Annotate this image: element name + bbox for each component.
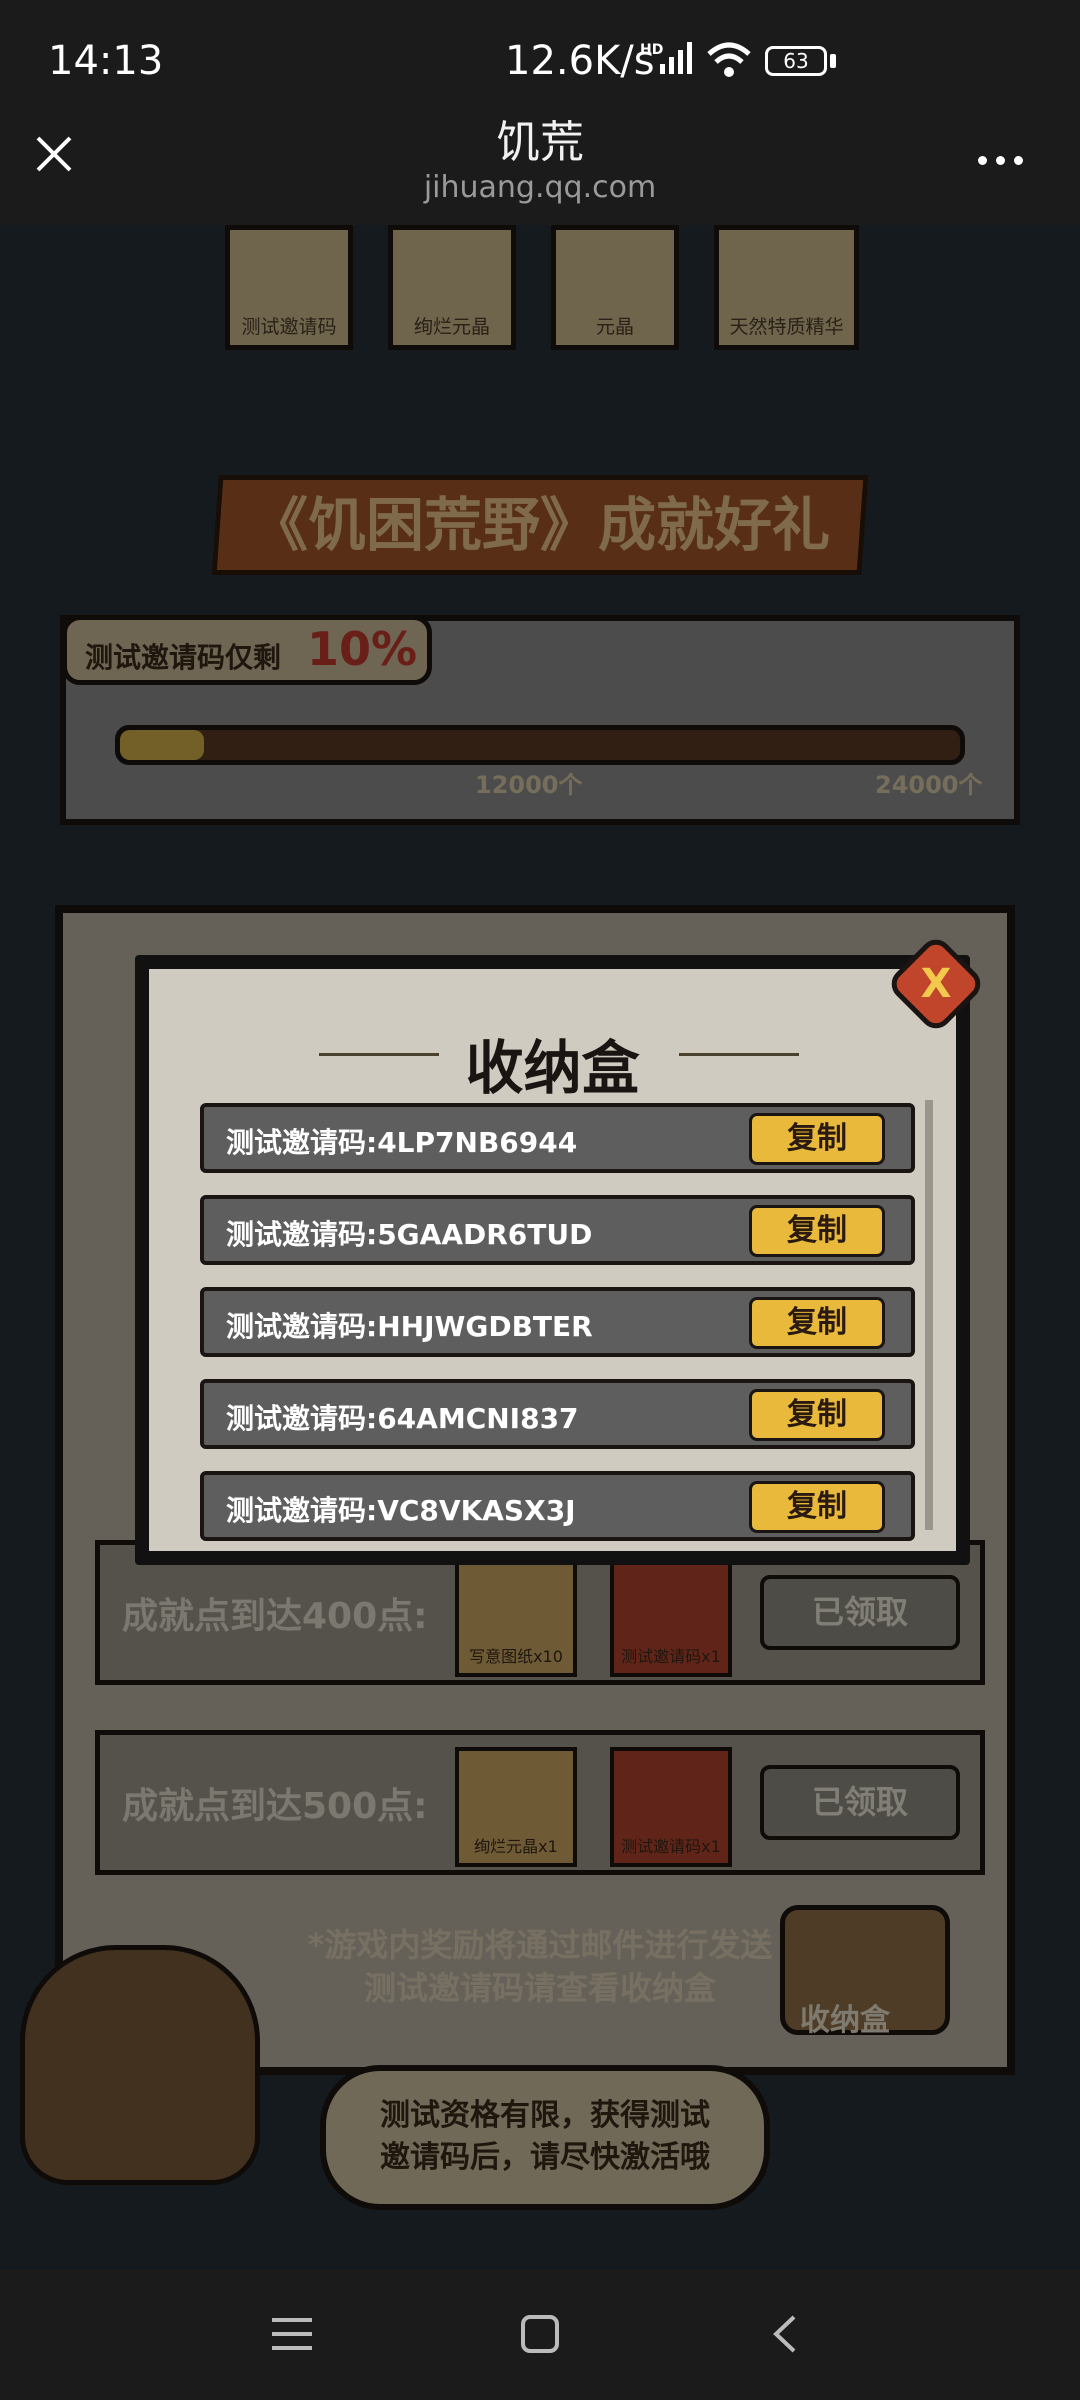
- page-title: 饥荒: [496, 117, 584, 168]
- browser-title-bar: 饥荒 jihuang.qq.com: [0, 100, 1080, 225]
- signal-icon: [660, 42, 692, 74]
- copy-button[interactable]: 复制: [749, 1113, 885, 1165]
- wifi-icon: [707, 42, 751, 77]
- invite-code-row: 测试邀请码:5GAADR6TUD 复制: [200, 1195, 915, 1265]
- copy-button[interactable]: 复制: [749, 1481, 885, 1533]
- close-x-label: X: [920, 961, 952, 1007]
- menu-icon[interactable]: [272, 2316, 312, 2352]
- battery-level: 63: [783, 49, 809, 73]
- invite-code-text: 测试邀请码:5GAADR6TUD: [226, 1218, 593, 1251]
- page-url: jihuang.qq.com: [423, 170, 657, 205]
- invite-code-row: 测试邀请码:4LP7NB6944 复制: [200, 1103, 915, 1173]
- battery-cap: [830, 54, 836, 68]
- copy-button[interactable]: 复制: [749, 1205, 885, 1257]
- system-nav-bar: [0, 2270, 1080, 2400]
- back-icon[interactable]: [770, 2314, 800, 2354]
- more-options-icon[interactable]: [978, 150, 1032, 169]
- clock: 14:13: [48, 38, 164, 84]
- decor-branch-right: [679, 1053, 799, 1056]
- modal-scrollbar[interactable]: [925, 1100, 933, 1530]
- modal-title: 收纳盒: [465, 1034, 640, 1102]
- copy-button[interactable]: 复制: [749, 1297, 885, 1349]
- invite-code-row: 测试邀请码:HHJWGDBTER 复制: [200, 1287, 915, 1357]
- invite-code-text: 测试邀请码:HHJWGDBTER: [226, 1310, 593, 1343]
- invite-code-text: 测试邀请码:VC8VKASX3J: [226, 1494, 576, 1527]
- invite-code-row: 测试邀请码:VC8VKASX3J 复制: [200, 1471, 915, 1541]
- home-icon[interactable]: [520, 2314, 560, 2354]
- copy-button[interactable]: 复制: [749, 1389, 885, 1441]
- network-speed: 12.6K/s: [505, 38, 655, 84]
- invite-code-row: 测试邀请码:64AMCNI837 复制: [200, 1379, 915, 1449]
- invite-code-text: 测试邀请码:4LP7NB6944: [226, 1126, 578, 1159]
- invite-code-text: 测试邀请码:64AMCNI837: [226, 1402, 579, 1435]
- battery-icon: 63: [765, 46, 827, 76]
